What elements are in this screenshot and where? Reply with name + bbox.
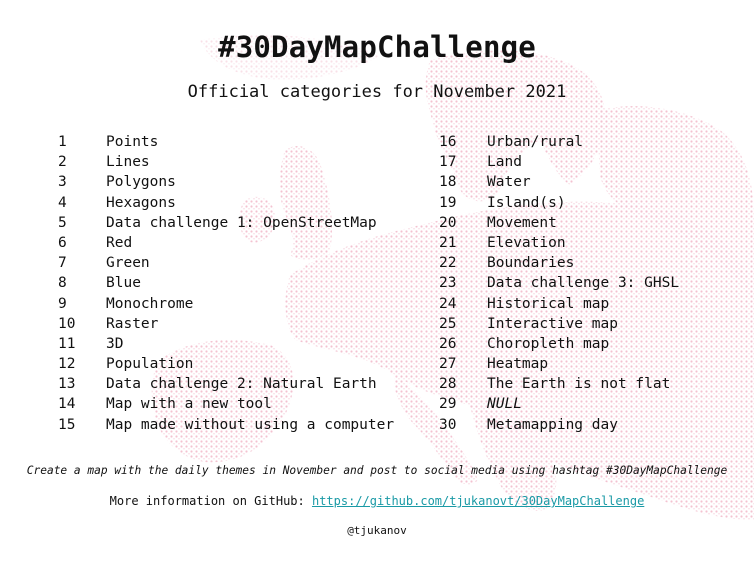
category-number: 16 — [439, 134, 457, 150]
category-number: 27 — [439, 356, 457, 373]
category-number: 26 — [439, 335, 457, 352]
category-label: NULL — [487, 396, 522, 413]
category-number: 14 — [58, 396, 76, 413]
category-number: 4 — [58, 194, 67, 211]
category-number: 20 — [439, 214, 457, 231]
category-label: Land — [487, 154, 522, 171]
category-number: 11 — [58, 335, 76, 352]
category-label: Urban/rural — [487, 134, 584, 150]
category-label: Interactive map — [487, 315, 618, 332]
category-label: Red — [106, 234, 133, 251]
category-label: Data challenge 2: Natural Earth — [106, 376, 377, 393]
category-number: 29 — [439, 396, 457, 413]
page-title: #30DayMapChallenge — [218, 30, 536, 64]
category-number: 2 — [58, 154, 67, 171]
info-line: More information on GitHub: https://gith… — [0, 494, 754, 508]
category-number: 17 — [439, 154, 457, 171]
category-label: Island(s) — [487, 194, 566, 211]
category-label: Water — [487, 174, 531, 191]
category-number: 22 — [439, 255, 457, 272]
content-layer: #30DayMapChallenge Official categories f… — [0, 0, 754, 566]
category-label: Data challenge 1: OpenStreetMap — [106, 214, 377, 231]
category-label: Hexagons — [106, 194, 176, 211]
author-credit: @tjukanov — [347, 524, 407, 537]
category-number: 28 — [439, 376, 457, 393]
category-label: Heatmap — [487, 356, 549, 373]
category-label: Polygons — [106, 174, 176, 191]
category-label: Map with a new tool — [106, 396, 272, 413]
category-number: 18 — [439, 174, 457, 191]
category-number: 6 — [58, 234, 67, 251]
category-label: Map made without using a computer — [106, 416, 395, 433]
category-label: Green — [106, 255, 150, 272]
github-link[interactable]: https://github.com/tjukanovt/30DayMapCha… — [312, 494, 644, 508]
category-label: Population — [106, 356, 194, 373]
page-subtitle: Official categories for November 2021 — [187, 82, 567, 102]
category-label: Lines — [106, 154, 150, 171]
category-label: Data challenge 3: GHSL — [487, 275, 680, 292]
category-number: 25 — [439, 315, 457, 332]
category-number: 13 — [58, 376, 76, 393]
category-number: 15 — [58, 416, 76, 433]
category-number: 3 — [58, 174, 67, 191]
category-number: 30 — [439, 416, 457, 433]
category-label: 3D — [106, 335, 124, 352]
category-number: 7 — [58, 255, 67, 272]
category-number: 8 — [58, 275, 67, 292]
category-label: Movement — [487, 214, 557, 231]
category-label: Choropleth map — [487, 335, 610, 352]
category-number: 10 — [58, 315, 76, 332]
category-number: 23 — [439, 275, 457, 292]
category-label: Historical map — [487, 295, 610, 312]
category-label: Raster — [106, 315, 159, 332]
category-number: 24 — [439, 295, 457, 312]
info-prefix: More information on GitHub: — [109, 494, 312, 508]
category-label: The Earth is not flat — [487, 376, 671, 393]
category-label: Points — [106, 134, 159, 150]
category-number: 9 — [58, 295, 67, 312]
category-number: 1 — [58, 134, 67, 150]
category-label: Elevation — [487, 234, 566, 251]
category-number: 19 — [439, 194, 457, 211]
tagline: Create a map with the daily themes in No… — [26, 464, 728, 477]
category-label: Blue — [106, 275, 141, 292]
category-number: 5 — [58, 214, 67, 231]
category-label: Boundaries — [487, 255, 575, 272]
category-label: Metamapping day — [487, 416, 618, 433]
category-label: Monochrome — [106, 295, 194, 312]
category-number: 21 — [439, 234, 457, 251]
category-number: 12 — [58, 356, 76, 373]
